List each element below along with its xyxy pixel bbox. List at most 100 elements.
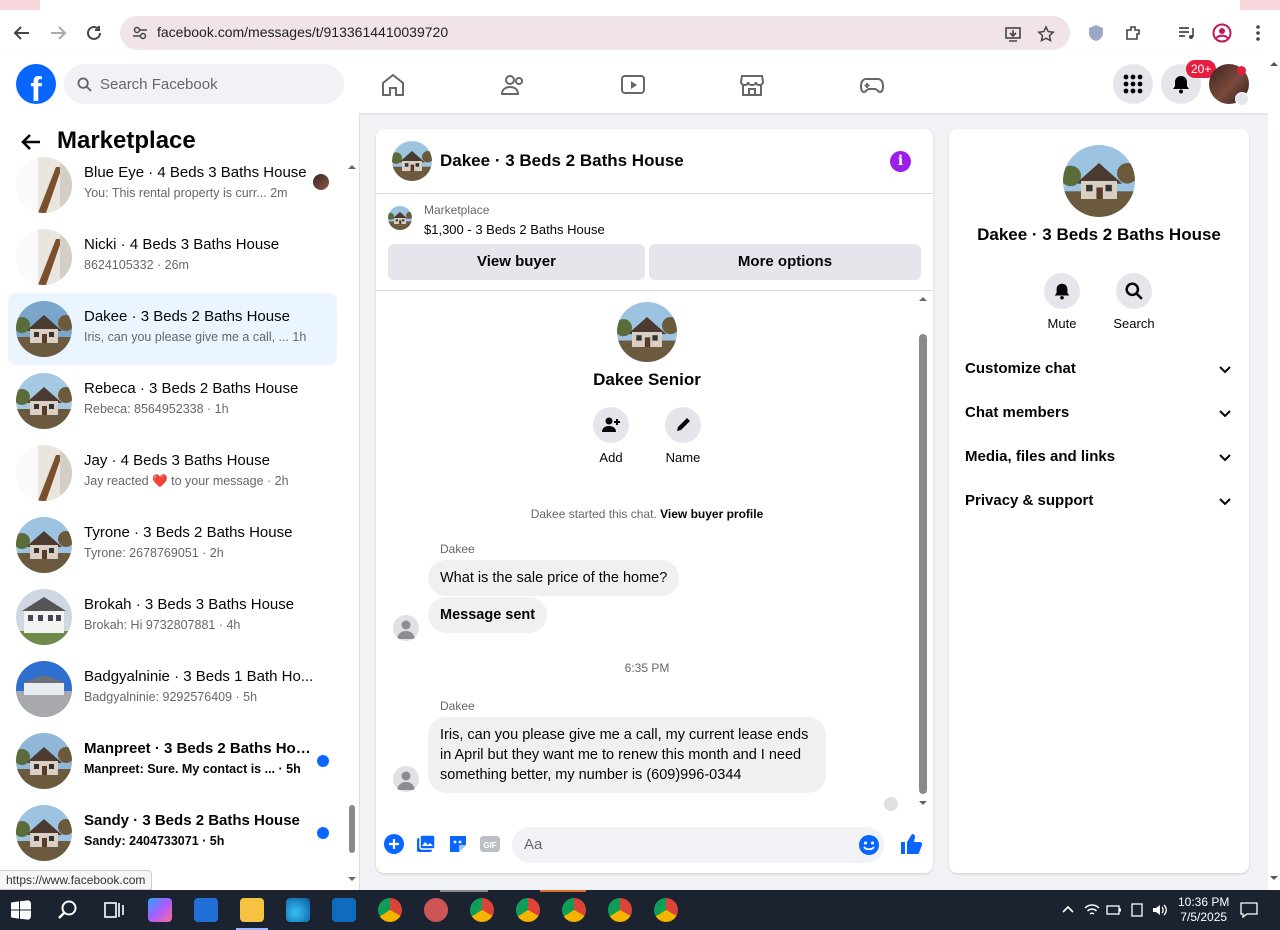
name-action[interactable]: Name xyxy=(653,407,713,465)
gif-icon[interactable]: GIF xyxy=(479,833,501,855)
extension-shield-icon[interactable] xyxy=(1083,20,1109,46)
url-text[interactable]: facebook.com/messages/t/9133614410039720 xyxy=(157,24,448,40)
chrome-profile-icon[interactable] xyxy=(654,898,678,922)
view-buyer-profile-link[interactable]: View buyer profile xyxy=(660,507,763,521)
wifi-icon[interactable] xyxy=(1084,902,1100,918)
media-control-icon[interactable] xyxy=(1173,20,1199,46)
sender-avatar[interactable] xyxy=(393,615,419,641)
conversation-item[interactable]: Tyrone · 3 Beds 2 Baths House Tyrone: 267… xyxy=(8,509,337,581)
back-icon[interactable] xyxy=(9,20,35,46)
conversation-item[interactable]: Sandy · 3 Beds 2 Baths House Sandy: 24047… xyxy=(8,797,337,869)
listing-thumbnail[interactable] xyxy=(388,206,412,230)
conversation-name: Nicki · 4 Beds 3 Baths House xyxy=(84,236,280,253)
chevron-up-icon[interactable] xyxy=(1062,904,1074,916)
details-avatar[interactable] xyxy=(1063,145,1135,217)
conversation-item[interactable]: Jay · 4 Beds 3 Baths House Jay reacted ❤️… xyxy=(8,437,337,509)
section-label: Privacy & support xyxy=(965,492,1094,509)
photo-icon[interactable] xyxy=(415,833,437,855)
search-icon[interactable] xyxy=(56,898,80,922)
menu-grid-button[interactable] xyxy=(1113,64,1153,104)
task-view-icon[interactable] xyxy=(102,898,126,922)
sender-avatar[interactable] xyxy=(393,766,419,792)
search-action[interactable]: Search xyxy=(1099,273,1169,331)
chrome-profile-icon[interactable] xyxy=(608,898,632,922)
listing-price[interactable]: $1,300 - 3 Beds 2 Baths House xyxy=(424,222,605,237)
message-bubble[interactable]: Iris, can you please give me a call, my … xyxy=(428,717,826,793)
add-label: Add xyxy=(599,450,623,465)
chrome-icon[interactable] xyxy=(378,898,402,922)
gaming-icon[interactable] xyxy=(859,72,885,98)
reload-icon[interactable] xyxy=(81,20,107,46)
conversation-name: Brokah · 3 Beds 3 Baths House xyxy=(84,596,295,613)
view-buyer-button[interactable]: View buyer xyxy=(388,244,645,280)
volume-icon[interactable] xyxy=(1151,902,1167,918)
account-chevron-icon[interactable] xyxy=(1235,92,1249,106)
mute-action[interactable]: Mute xyxy=(1027,273,1097,331)
chrome-profile-icon[interactable] xyxy=(562,898,586,922)
chat-avatar[interactable] xyxy=(392,141,432,181)
facebook-search[interactable]: Search Facebook xyxy=(64,64,344,104)
chat-title[interactable]: Dakee · 3 Beds 2 Baths House xyxy=(440,151,684,171)
account-alert-dot xyxy=(1237,66,1246,75)
battery-icon[interactable] xyxy=(1106,903,1122,917)
chat-scrollbar[interactable] xyxy=(916,292,930,812)
copilot-icon[interactable] xyxy=(148,898,172,922)
chrome-profile-icon[interactable] xyxy=(516,898,540,922)
section-label: Media, files and links xyxy=(965,448,1116,465)
address-bar[interactable]: facebook.com/messages/t/9133614410039720 xyxy=(120,16,1070,50)
notification-center-icon[interactable] xyxy=(1240,902,1258,918)
thumbs-up-icon[interactable] xyxy=(899,832,923,856)
forward-icon[interactable] xyxy=(45,20,71,46)
windows-start-icon[interactable] xyxy=(11,900,31,920)
conversation-item[interactable]: Nicki · 4 Beds 3 Baths House 8624105332 ·… xyxy=(8,221,337,293)
details-section[interactable]: Media, files and links xyxy=(965,435,1233,479)
name-label: Name xyxy=(665,450,701,465)
sticker-icon[interactable] xyxy=(447,833,469,855)
conversation-item[interactable]: Dakee · 3 Beds 2 Baths House Iris, can yo… xyxy=(8,293,337,365)
info-icon[interactable]: i xyxy=(890,151,911,172)
message-bubble[interactable]: What is the sale price of the home? xyxy=(428,560,680,596)
page-scrollbar[interactable] xyxy=(1268,56,1280,890)
chrome-menu-icon[interactable] xyxy=(1245,20,1271,46)
conversation-item[interactable]: Blue Eye · 4 Beds 3 Baths House You: This… xyxy=(8,149,337,221)
details-section[interactable]: Customize chat xyxy=(965,347,1233,391)
details-section[interactable]: Chat members xyxy=(965,391,1233,435)
emoji-icon[interactable] xyxy=(858,834,880,856)
site-info-icon[interactable] xyxy=(132,25,148,41)
install-app-icon[interactable] xyxy=(1004,25,1022,43)
conversation-item[interactable]: Badgyalninie · 3 Beds 1 Bath Ho... Badgya… xyxy=(8,653,337,725)
home-icon[interactable] xyxy=(380,72,406,98)
message-bubble[interactable]: Message sent xyxy=(428,597,548,633)
device-icon[interactable] xyxy=(1130,902,1144,918)
bookmark-star-icon[interactable] xyxy=(1037,25,1055,43)
edge-icon[interactable] xyxy=(286,898,310,922)
outlook-icon[interactable] xyxy=(332,898,356,922)
system-clock[interactable]: 10:36 PM 7/5/2025 xyxy=(1178,895,1229,925)
details-title: Dakee · 3 Beds 2 Baths House xyxy=(977,225,1221,244)
watch-video-icon[interactable] xyxy=(620,72,646,98)
left-scrollbar[interactable] xyxy=(347,163,357,883)
more-options-button[interactable]: More options xyxy=(649,244,921,280)
message-input[interactable]: Aa xyxy=(512,827,884,863)
plus-circle-icon[interactable] xyxy=(383,833,405,855)
extensions-icon[interactable] xyxy=(1120,20,1146,46)
conversation-item[interactable]: Manpreet · 3 Beds 2 Baths Hou... Manpreet… xyxy=(8,725,337,797)
section-label: Customize chat xyxy=(965,360,1076,377)
store-icon[interactable] xyxy=(194,898,218,922)
friends-icon[interactable] xyxy=(500,72,526,98)
details-section[interactable]: Privacy & support xyxy=(965,479,1233,523)
conversation-avatar xyxy=(16,661,72,717)
windows-taskbar: 10:36 PM 7/5/2025 xyxy=(0,890,1280,930)
contact-avatar[interactable] xyxy=(617,302,677,362)
svg-text:GIF: GIF xyxy=(483,841,496,850)
file-explorer-icon[interactable] xyxy=(240,898,264,922)
chrome-profile-icon[interactable] xyxy=(470,898,494,922)
facebook-logo[interactable]: f xyxy=(16,64,56,104)
profile-icon[interactable] xyxy=(1209,20,1235,46)
app-icon[interactable] xyxy=(424,898,448,922)
conversation-item[interactable]: Brokah · 3 Beds 3 Baths House Brokah: Hi … xyxy=(8,581,337,653)
add-action[interactable]: Add xyxy=(581,407,641,465)
conversation-item[interactable]: Rebeca · 3 Beds 2 Baths House Rebeca: 856… xyxy=(8,365,337,437)
browser-toolbar: facebook.com/messages/t/9133614410039720 xyxy=(0,10,1280,56)
marketplace-icon[interactable] xyxy=(739,72,765,98)
